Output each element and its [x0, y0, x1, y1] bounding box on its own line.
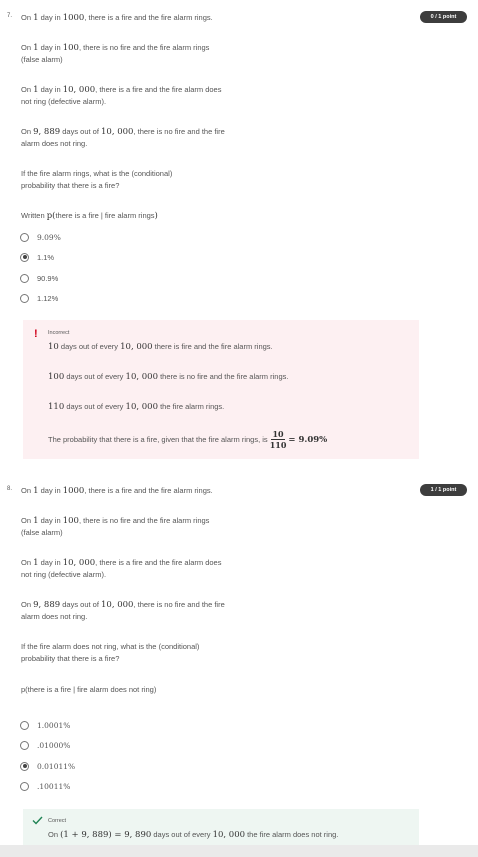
question-intro: On 1 day in 1000, there is a fire and th… — [21, 13, 213, 23]
option-3[interactable]: 90.9% — [20, 272, 58, 284]
feedback-line-1: On (1 + 9, 889) = 9, 890 days out of eve… — [48, 830, 339, 840]
feedback-line-2: 100 days out of every 10, 000 there is n… — [48, 372, 289, 382]
score-badge: 1 / 1 point — [420, 484, 467, 496]
feedback-line-3: 110 days out of every 10, 000 the fire a… — [48, 402, 225, 412]
checkmark-icon — [32, 816, 43, 827]
radio-button[interactable] — [20, 781, 29, 791]
written-notation: p(there is a fire | fire alarm does not … — [21, 685, 157, 694]
premise-defective-alarm: On 1 day in 10, 000, there is a fire and… — [21, 85, 222, 106]
radio-button[interactable] — [20, 232, 29, 242]
feedback-status: Correct — [48, 818, 67, 824]
feedback-incorrect: ! Incorrect 10 days out of every 10, 000… — [23, 320, 419, 459]
score-badge: 0 / 1 point — [420, 11, 467, 23]
premise-no-fire: On 9, 889 days out of 10, 000, there is … — [21, 600, 225, 621]
bottom-bar — [0, 845, 478, 857]
option-1[interactable]: 9.09% — [20, 231, 61, 243]
radio-button-selected[interactable] — [20, 761, 29, 771]
radio-button[interactable] — [20, 273, 29, 283]
option-1[interactable]: 1.0001% — [20, 719, 70, 731]
feedback-line-1: 10 days out of every 10, 000 there is fi… — [48, 342, 273, 352]
premise-false-alarm: On 1 day in 100, there is no fire and th… — [21, 516, 210, 537]
question-prompt: If the fire alarm does not ring, what is… — [21, 642, 200, 663]
feedback-line-4: The probability that there is a fire, gi… — [48, 429, 328, 450]
radio-button[interactable] — [20, 293, 29, 303]
fraction: 10 110 — [269, 429, 287, 450]
question-8: 8. 1 / 1 point On 1 day in 1000, there i… — [0, 473, 478, 845]
question-7: 7. 0 / 1 point On 1 day in 1000, there i… — [0, 0, 478, 470]
exclamation-icon: ! — [34, 328, 38, 340]
written-notation: Written p(there is a fire | fire alarm r… — [21, 211, 158, 221]
option-3[interactable]: 0.01011% — [20, 760, 75, 772]
option-2[interactable]: .01000% — [20, 739, 70, 751]
premise-false-alarm: On 1 day in 100, there is no fire and th… — [21, 43, 210, 64]
premise-no-fire: On 9, 889 days out of 10, 000, there is … — [21, 127, 225, 148]
question-number: 7. — [7, 13, 13, 19]
feedback-status: Incorrect — [48, 330, 70, 336]
question-prompt: If the fire alarm rings, what is the (co… — [21, 169, 173, 190]
question-number: 8. — [7, 486, 13, 492]
radio-button[interactable] — [20, 720, 29, 730]
radio-button-selected[interactable] — [20, 252, 29, 262]
option-4[interactable]: 1.12% — [20, 292, 58, 304]
option-2[interactable]: 1.1% — [20, 251, 54, 263]
question-intro: On 1 day in 1000, there is a fire and th… — [21, 486, 213, 496]
radio-button[interactable] — [20, 740, 29, 750]
premise-defective-alarm: On 1 day in 10, 000, there is a fire and… — [21, 558, 222, 579]
option-4[interactable]: .10011% — [20, 780, 70, 792]
feedback-correct: Correct On (1 + 9, 889) = 9, 890 days ou… — [23, 809, 419, 845]
